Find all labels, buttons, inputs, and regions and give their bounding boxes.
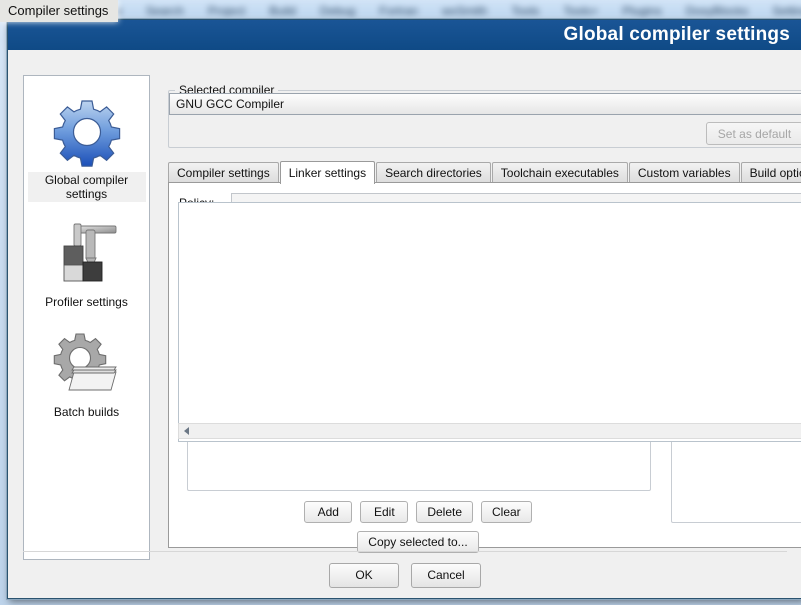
tab-custom-variables[interactable]: Custom variables — [628, 162, 740, 183]
sidebar-item-label: Global compiler settings — [27, 172, 146, 202]
settings-category-list[interactable]: Global compiler settings Profiler settin… — [23, 75, 150, 560]
bg-menu-item: wxSmith — [441, 3, 488, 18]
cancel-button[interactable]: Cancel — [411, 562, 481, 588]
compiler-select-value: GNU GCC Compiler — [176, 97, 285, 111]
ok-button[interactable]: OK — [329, 562, 399, 588]
bg-menu-item: DoxyBlocks — [685, 3, 749, 18]
dialog-footer: OK Cancel — [8, 552, 801, 598]
copy-selected-to-button[interactable]: Copy selected to... — [357, 531, 479, 553]
other-linker-options-hscrollbar[interactable] — [178, 423, 801, 439]
bg-menu-item: Project — [207, 3, 246, 18]
settings-tabs[interactable]: Compiler settings Linker settings Search… — [168, 161, 801, 184]
sidebar-item-label: Profiler settings — [45, 295, 128, 309]
add-button[interactable]: Add — [304, 501, 353, 523]
tab-build-options[interactable]: Build options — [740, 162, 801, 183]
bg-menu-item: Settings — [772, 3, 801, 18]
triangle-left-icon — [184, 427, 189, 435]
dialog-body: Global compiler settings Profiler settin… — [8, 50, 801, 598]
settings-content: Selected compiler GNU GCC Compiler Set a… — [160, 75, 801, 598]
sidebar-item-label: Batch builds — [53, 405, 120, 419]
link-libraries-buttons: Add Edit Delete Clear — [187, 501, 649, 523]
tooltip-compiler-settings: Compiler settings — [0, 0, 119, 22]
scroll-left-button[interactable] — [179, 424, 194, 438]
bg-menu-item: Search — [145, 3, 184, 18]
set-as-default-button[interactable]: Set as default — [706, 122, 801, 145]
bg-menu-item: Tools+ — [563, 3, 599, 18]
dialog-titlebar: Global compiler settings — [8, 20, 801, 50]
bg-menu-item: Fortran — [379, 3, 418, 18]
sidebar-item-profiler-settings[interactable]: Profiler settings — [24, 220, 149, 310]
caliper-blocks-icon — [50, 220, 124, 290]
gear-stack-icon — [50, 330, 124, 400]
dialog-title: Global compiler settings — [563, 24, 790, 45]
tab-linker-settings[interactable]: Linker settings — [279, 161, 376, 184]
copy-selected-wrap: Copy selected to... — [187, 531, 649, 553]
bg-menu-item: Build — [269, 3, 296, 18]
bg-menu-item: Debug — [319, 3, 356, 18]
gear-icon — [50, 98, 124, 168]
other-linker-options-textarea[interactable] — [178, 202, 801, 442]
clear-button[interactable]: Clear — [481, 501, 532, 523]
tab-search-directories[interactable]: Search directories — [376, 162, 491, 183]
bg-menu-item: Plugins — [622, 3, 662, 18]
compiler-select[interactable]: GNU GCC Compiler — [169, 93, 801, 115]
bg-menu-item: Tools — [511, 3, 540, 18]
tab-compiler-settings[interactable]: Compiler settings — [168, 162, 279, 183]
sidebar-item-global-compiler-settings[interactable]: Global compiler settings — [24, 98, 149, 202]
tab-toolchain-executables[interactable]: Toolchain executables — [491, 162, 628, 183]
linker-settings-panel: Policy: Link libraries: C:\Program Files… — [168, 182, 801, 553]
global-compiler-settings-dialog: Global compiler settings Global compiler… — [7, 19, 801, 599]
sidebar-item-batch-builds[interactable]: Batch builds — [24, 330, 149, 420]
delete-button[interactable]: Delete — [416, 501, 473, 523]
background-menubar: File Edit View Search Project Build Debu… — [0, 0, 801, 21]
edit-button[interactable]: Edit — [360, 501, 409, 523]
